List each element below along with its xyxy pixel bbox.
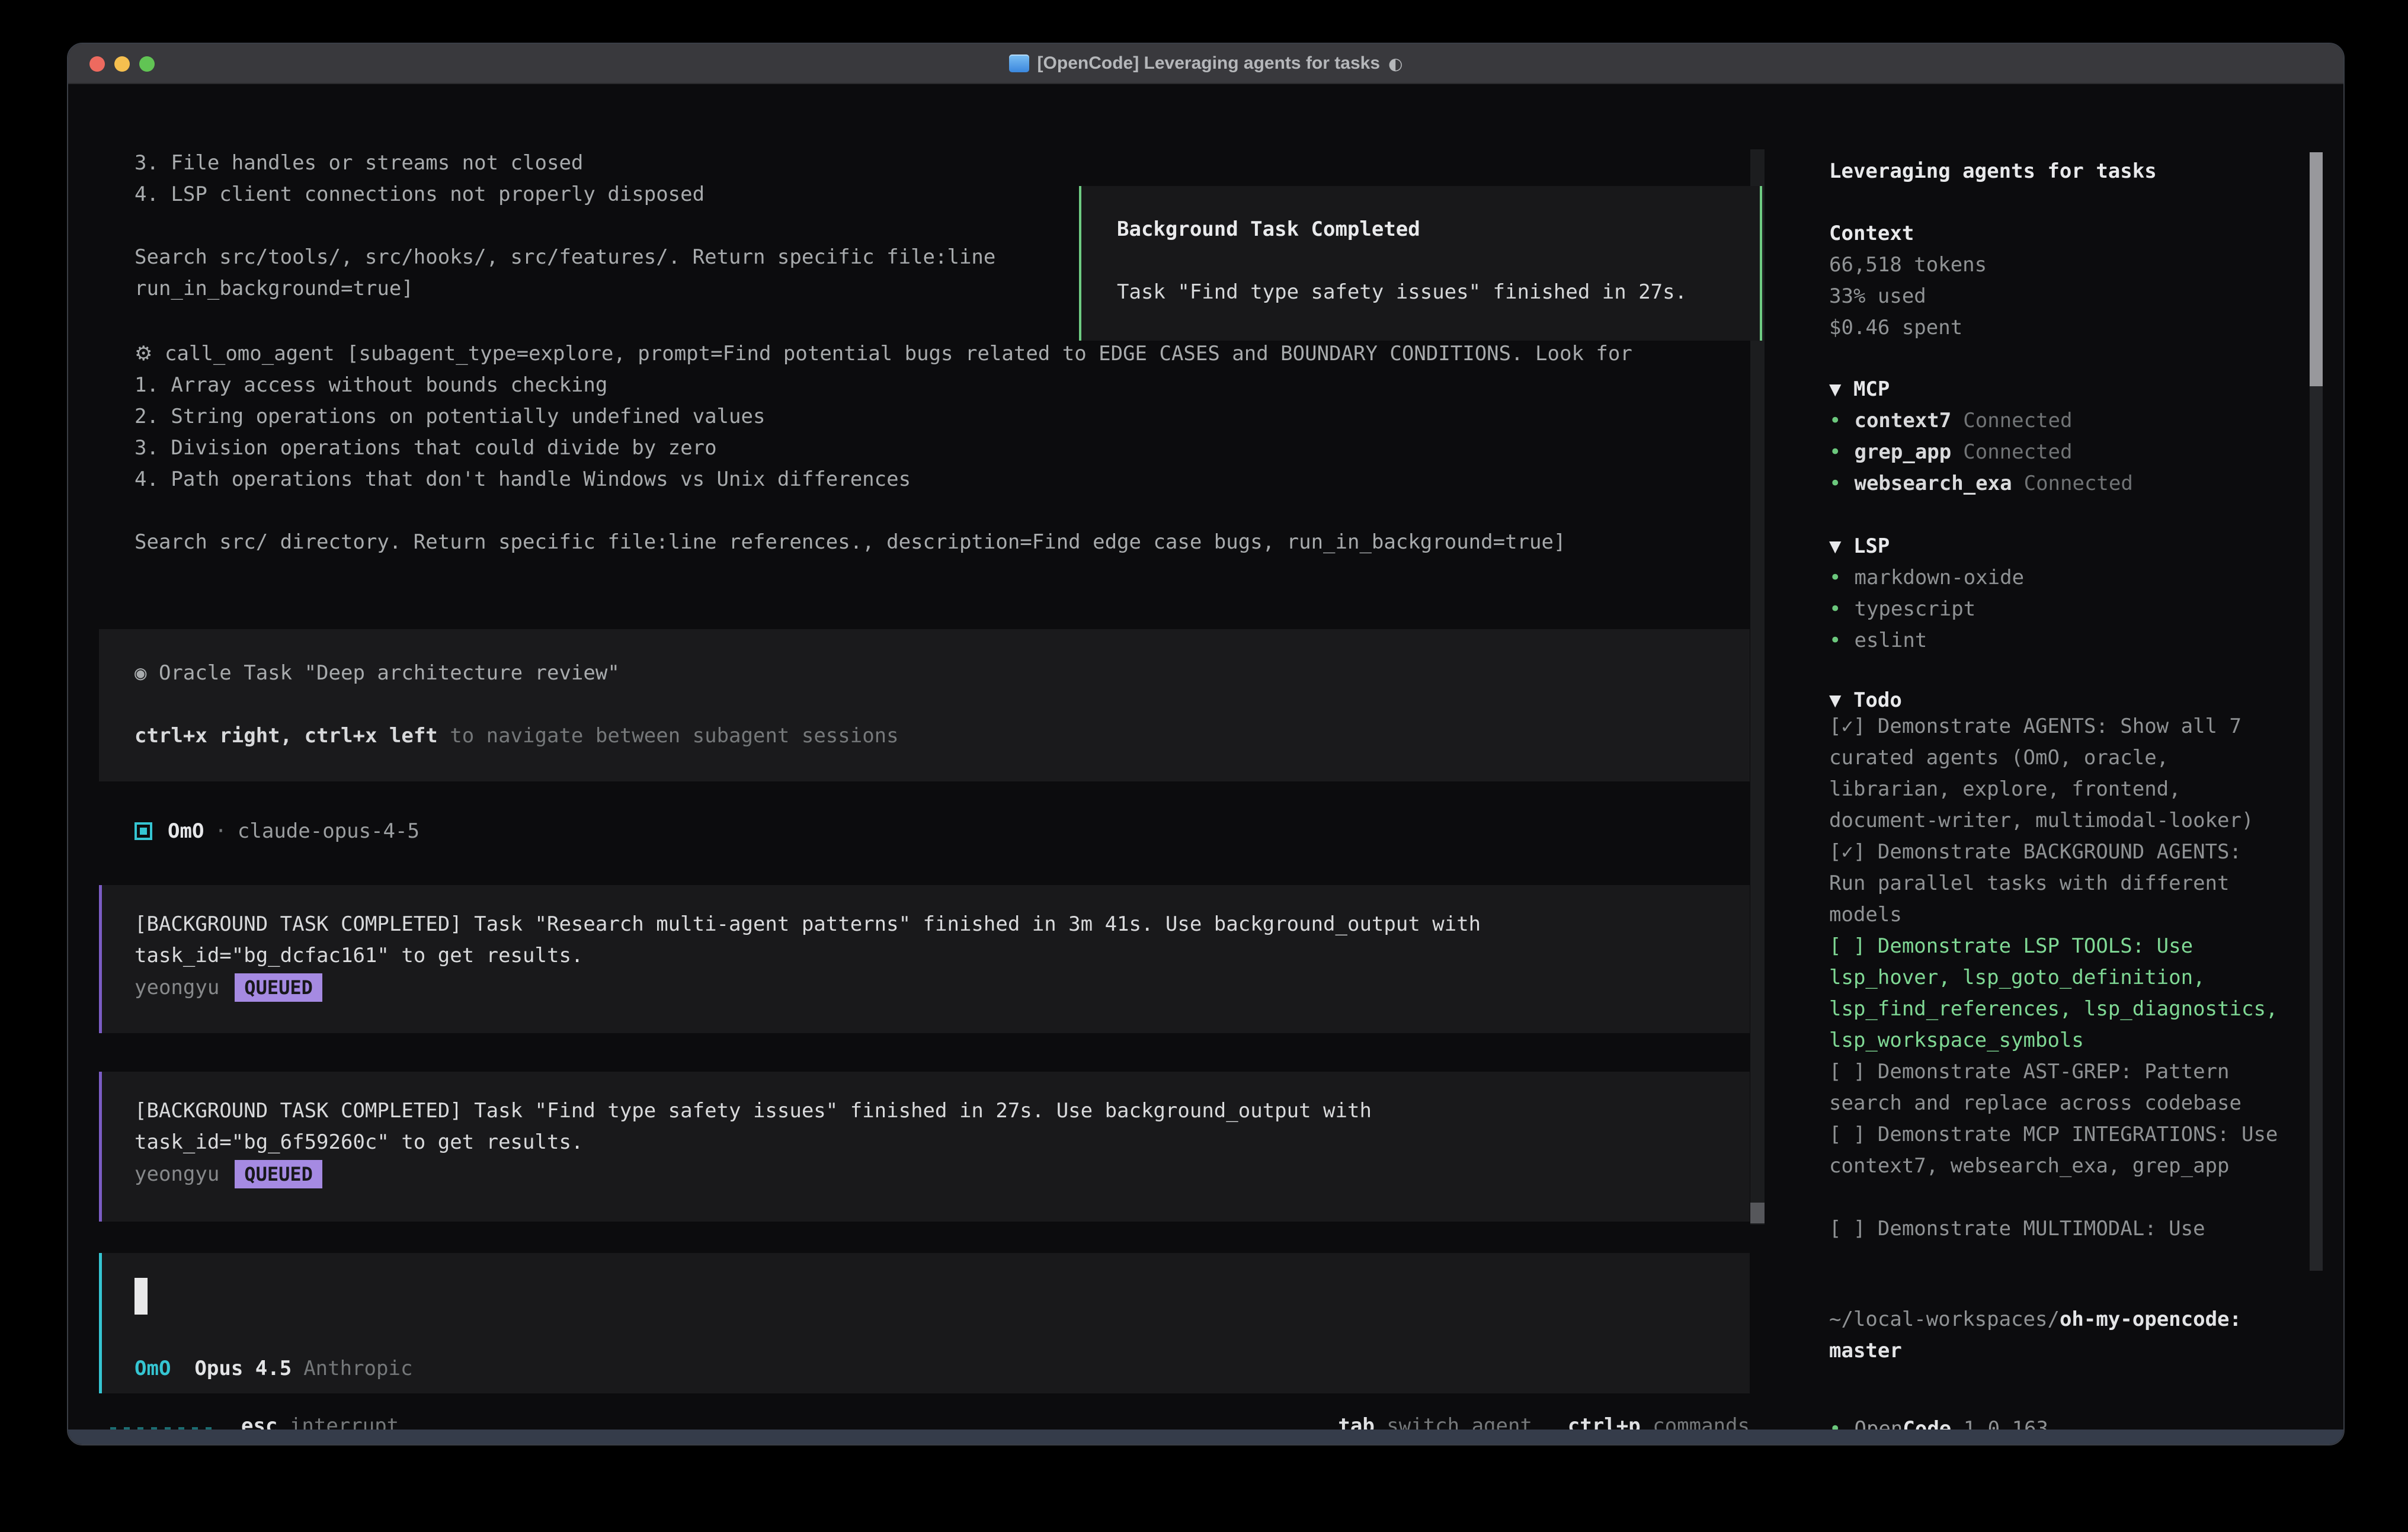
half-circle-icon: ◐ xyxy=(1388,54,1402,73)
background-task-message: [BACKGROUND TASK COMPLETED] Task "Find t… xyxy=(99,1072,1750,1222)
lsp-item: •markdown-oxide xyxy=(1829,562,2285,594)
close-button[interactable] xyxy=(89,56,105,72)
bullet-icon: • xyxy=(1829,440,1841,464)
fisheye-icon: ◉ xyxy=(135,661,146,685)
active-model-label: Opus 4.5 xyxy=(194,1357,292,1380)
context-stat: $0.46 spent xyxy=(1829,312,2285,344)
agent-model: claude-opus-4-5 xyxy=(238,819,420,843)
lsp-section: ▼ LSP •markdown-oxide•typescript•eslint xyxy=(1829,531,2285,656)
bullet-icon: • xyxy=(1829,629,1841,652)
input-footer: OmO Opus 4.5 Anthropic xyxy=(135,1357,412,1380)
context-heading: Context xyxy=(1829,218,2285,249)
agent-session-header[interactable]: OmO · claude-opus-4-5 xyxy=(135,815,420,847)
status-badge: QUEUED xyxy=(235,1160,322,1188)
bullet-icon: • xyxy=(1829,472,1841,495)
zoom-button[interactable] xyxy=(139,56,155,72)
todo-item: [ ] Demonstrate AST-GREP: Pattern search… xyxy=(1829,1056,2285,1119)
mcp-item: •grep_appConnected xyxy=(1829,437,2285,468)
bullet-icon: • xyxy=(1829,597,1841,621)
separator-dot: · xyxy=(214,819,226,843)
context-stat: 33% used xyxy=(1829,281,2285,312)
message-line: [BACKGROUND TASK COMPLETED] Task "Find t… xyxy=(135,1095,1750,1127)
agent-square-icon xyxy=(135,822,152,840)
agent-name: OmO xyxy=(168,819,204,843)
git-branch: master xyxy=(1829,1339,1902,1363)
bullet-icon: • xyxy=(1829,409,1841,432)
todo-item: [ ] Demonstrate LSP TOOLS: Use lsp_hover… xyxy=(1829,931,2285,1056)
notification-title: Background Task Completed xyxy=(1117,214,1760,245)
terminal-content: 3. File handles or streams not closed 4. … xyxy=(68,85,2343,1430)
username: yeongyu xyxy=(135,1162,219,1186)
context-section: Context 66,518 tokens33% used$0.46 spent xyxy=(1829,218,2285,344)
tool-call-block: ⚙ call_omo_agent [subagent_type=explore,… xyxy=(135,338,1746,558)
todo-item: [ ] Demonstrate MULTIMODAL: Use xyxy=(1829,1213,2285,1245)
window-controls xyxy=(89,44,155,84)
scrollback-line: 3. File handles or streams not closed xyxy=(135,148,1746,179)
message-line: [BACKGROUND TASK COMPLETED] Task "Resear… xyxy=(135,909,1750,940)
username: yeongyu xyxy=(135,976,219,999)
window-title: [OpenCode] Leveraging agents for tasks xyxy=(1038,53,1380,73)
session-title: Leveraging agents for tasks xyxy=(1829,156,2285,187)
toast-notification[interactable]: Background Task Completed Task "Find typ… xyxy=(1079,186,1762,341)
chat-scrollbar-thumb[interactable] xyxy=(1750,1203,1765,1223)
lsp-heading[interactable]: ▼ LSP xyxy=(1829,531,2285,562)
todo-item: [ ] Demonstrate MCP INTEGRATIONS: Use co… xyxy=(1829,1119,2285,1182)
minimize-button[interactable] xyxy=(114,56,130,72)
lsp-item: •typescript xyxy=(1829,594,2285,625)
todo-item: [✓] Demonstrate BACKGROUND AGENTS: Run p… xyxy=(1829,836,2285,931)
mcp-item: •context7Connected xyxy=(1829,405,2285,437)
lsp-item: •eslint xyxy=(1829,625,2285,656)
active-agent-label[interactable]: OmO xyxy=(135,1357,171,1380)
message-line: task_id="bg_6f59260c" to get results. xyxy=(135,1127,1750,1158)
provider-label: Anthropic xyxy=(303,1357,412,1380)
mcp-heading[interactable]: ▼ MCP xyxy=(1829,374,2285,405)
window-bottom-edge xyxy=(68,1430,2343,1444)
oracle-task-title: ◉ Oracle Task "Deep architecture review" xyxy=(135,658,1750,689)
tool-call-line: 4. Path operations that don't handle Win… xyxy=(135,464,1746,495)
message-line: task_id="bg_dcfac161" to get results. xyxy=(135,940,1750,972)
context-stat: 66,518 tokens xyxy=(1829,249,2285,281)
document-icon xyxy=(1009,55,1029,72)
gear-icon: ⚙ xyxy=(135,342,152,366)
titlebar[interactable]: [OpenCode] Leveraging agents for tasks ◐ xyxy=(68,44,2343,84)
todo-item: [✓] Demonstrate AGENTS: Show all 7 curat… xyxy=(1829,711,2285,836)
background-task-message: [BACKGROUND TASK COMPLETED] Task "Resear… xyxy=(99,885,1750,1033)
tool-call-header: ⚙ call_omo_agent [subagent_type=explore,… xyxy=(135,338,1746,370)
mcp-item: •websearch_exaConnected xyxy=(1829,468,2285,499)
oracle-task-card: ◉ Oracle Task "Deep architecture review"… xyxy=(99,629,1750,781)
tool-call-line: 1. Array access without bounds checking xyxy=(135,370,1746,401)
tool-call-body: 1. Array access without bounds checking2… xyxy=(135,370,1746,558)
tool-call-line xyxy=(135,495,1746,527)
prompt-input[interactable]: OmO Opus 4.5 Anthropic xyxy=(99,1253,1750,1393)
todo-list: [✓] Demonstrate AGENTS: Show all 7 curat… xyxy=(1829,711,2285,1245)
mcp-section: ▼ MCP •context7Connected•grep_appConnect… xyxy=(1829,374,2285,499)
text-cursor xyxy=(135,1278,148,1315)
tool-call-line: 2. String operations on potentially unde… xyxy=(135,401,1746,432)
sidebar-scrollbar-thumb[interactable] xyxy=(2310,152,2323,386)
tool-call-line: Search src/ directory. Return specific f… xyxy=(135,527,1746,558)
sidebar-scrollbar[interactable] xyxy=(2310,152,2323,1271)
workspace-path: ~/local-workspaces/oh-my-opencode:master xyxy=(1829,1304,2285,1367)
oracle-task-hint: ctrl+x right, ctrl+x left to navigate be… xyxy=(135,720,1750,752)
tool-call-line: 3. Division operations that could divide… xyxy=(135,432,1746,464)
terminal-window: [OpenCode] Leveraging agents for tasks ◐… xyxy=(67,43,2345,1446)
status-badge: QUEUED xyxy=(235,973,322,1002)
bullet-icon: • xyxy=(1829,566,1841,589)
notification-body: Task "Find type safety issues" finished … xyxy=(1117,277,1760,308)
